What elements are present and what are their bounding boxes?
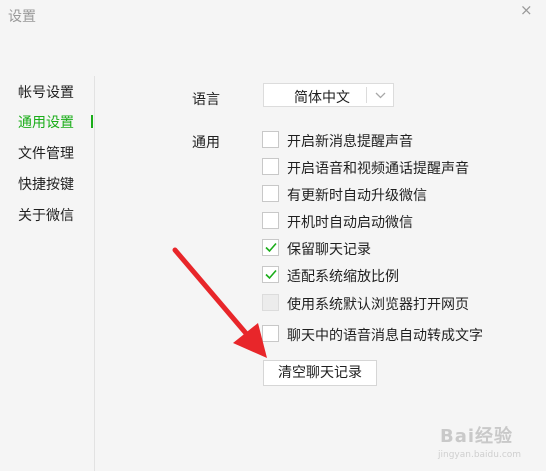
window-title: 设置 [8,9,36,25]
close-icon[interactable]: × [520,1,533,19]
baidu-jingyan-watermark: Bai经验 jingyan.baidu.com [432,416,542,464]
checkbox[interactable] [262,158,279,175]
sidebar: 帐号设置 通用设置 文件管理 快捷按键 关于微信 [0,76,95,471]
chevron-down-icon[interactable] [375,92,386,99]
language-value: 简体中文 [294,90,350,106]
language-select[interactable]: 简体中文 [263,83,394,107]
sidebar-item-about[interactable]: 关于微信 [18,205,74,227]
option-label: 聊天中的语音消息自动转成文字 [287,328,483,344]
active-indicator [91,115,93,128]
option-label: 开启新消息提醒声音 [287,134,413,150]
option-label: 使用系统默认浏览器打开网页 [287,297,469,313]
option-label: 开启语音和视频通话提醒声音 [287,161,469,177]
checkbox[interactable] [262,131,279,148]
checkbox[interactable] [262,212,279,229]
sidebar-item-account[interactable]: 帐号设置 [18,82,74,104]
option-label: 适配系统缩放比例 [287,269,399,285]
settings-window: 设置 × 帐号设置 通用设置 文件管理 快捷按键 关于微信 语言 简体中文 通用… [0,0,546,471]
option-label: 有更新时自动升级微信 [287,188,427,204]
option-label: 开机时自动启动微信 [287,215,413,231]
option-label: 保留聊天记录 [287,242,371,258]
sidebar-item-general[interactable]: 通用设置 [18,112,74,134]
sidebar-item-shortcuts[interactable]: 快捷按键 [18,174,74,196]
watermark-url: jingyan.baidu.com [438,450,522,460]
language-label: 语言 [192,92,220,108]
checkbox[interactable] [262,185,279,202]
general-label: 通用 [192,135,220,151]
watermark-brand: Bai经验 [440,426,514,447]
clear-chat-history-button[interactable]: 清空聊天记录 [263,360,377,386]
sidebar-item-files[interactable]: 文件管理 [18,143,74,165]
select-divider [366,87,367,103]
annotation-arrow-icon [172,247,267,358]
